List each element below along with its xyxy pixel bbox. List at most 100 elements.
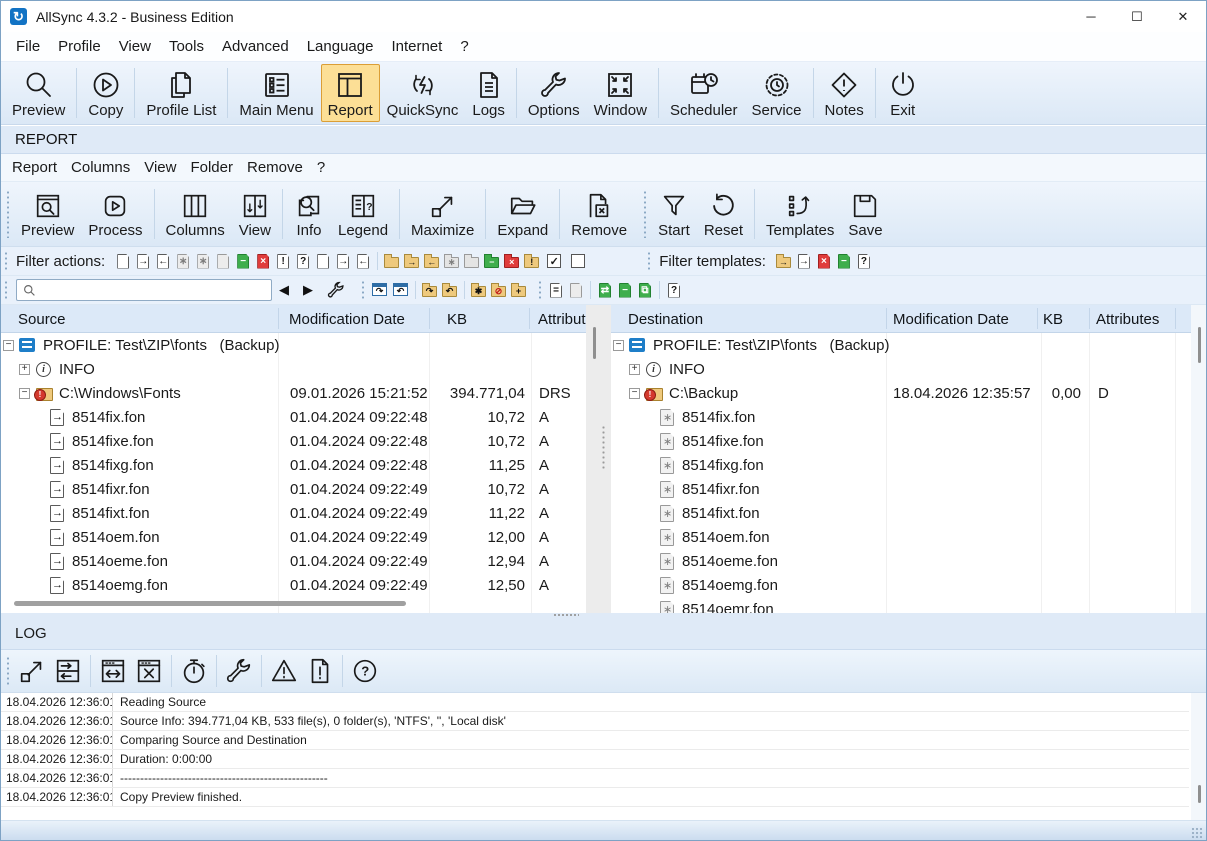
toolbar-preview[interactable]: Preview bbox=[5, 64, 72, 122]
report-toolbar-expand[interactable]: Expand bbox=[490, 185, 555, 243]
column-modification-date[interactable]: Modification Date bbox=[289, 305, 405, 333]
toolbar-grip[interactable] bbox=[5, 656, 10, 686]
toolbar-window[interactable]: Window bbox=[587, 64, 654, 122]
template-help-icon[interactable]: ? bbox=[856, 253, 872, 270]
tree-row[interactable]: 8514oem.fon 01.04.2024 09:22:49 12,00 A bbox=[1, 525, 586, 549]
report-menu-view[interactable]: View bbox=[137, 159, 183, 176]
folder-changed-icon[interactable]: ∗ bbox=[444, 253, 460, 270]
report-toolbar-save[interactable]: Save bbox=[841, 185, 889, 243]
toolbar-profile-list[interactable]: Profile List bbox=[139, 64, 223, 122]
tree-expander[interactable] bbox=[629, 388, 640, 399]
tree-row[interactable]: 8514oeme.fon 01.04.2024 09:22:49 12,94 A bbox=[1, 549, 586, 573]
log-vertical-scrollbar[interactable] bbox=[1191, 693, 1207, 820]
tree-row[interactable]: 8514fixe.fon bbox=[611, 429, 1191, 453]
log-row[interactable]: 18.04.2026 12:36:01 Comparing Source and… bbox=[1, 731, 1189, 750]
destination-vertical-scrollbar[interactable] bbox=[1191, 305, 1207, 613]
green-sync-icon[interactable]: ⇄ bbox=[597, 282, 613, 299]
report-toolbar-preview[interactable]: Preview bbox=[14, 185, 81, 243]
folder-add-icon[interactable]: + bbox=[511, 282, 527, 299]
toolbar-logs[interactable]: Logs bbox=[465, 64, 512, 122]
file-copy-left-icon[interactable]: ← bbox=[155, 253, 171, 270]
source-horizontal-scrollbar[interactable] bbox=[14, 601, 406, 606]
toolbar-grip[interactable] bbox=[642, 190, 647, 238]
column-source[interactable]: Source bbox=[18, 305, 66, 333]
menu-internet[interactable]: Internet bbox=[382, 38, 451, 55]
toolbar-exit[interactable]: Exit bbox=[880, 64, 926, 122]
file-surplus-icon[interactable]: − bbox=[235, 253, 251, 270]
toolbar-grip[interactable] bbox=[3, 251, 8, 271]
menu-language[interactable]: Language bbox=[298, 38, 383, 55]
menu-profile[interactable]: Profile bbox=[49, 38, 110, 55]
doc-copy-icon[interactable] bbox=[568, 282, 584, 299]
next-match-button[interactable]: ▶ bbox=[296, 282, 320, 298]
tree-expander[interactable] bbox=[19, 364, 30, 375]
toolbar-report[interactable]: Report bbox=[321, 64, 380, 122]
folder-new-icon[interactable] bbox=[384, 253, 400, 270]
menu-help[interactable]: ? bbox=[451, 38, 477, 55]
file-changed2-icon[interactable]: ∗ bbox=[195, 253, 211, 270]
tree-row[interactable]: 8514oeme.fon bbox=[611, 549, 1191, 573]
toolbar-grip[interactable] bbox=[537, 280, 542, 300]
log-row[interactable]: 18.04.2026 12:36:01 Duration: 0:00:00 bbox=[1, 750, 1189, 769]
tree-row[interactable]: 8514fix.fon bbox=[611, 405, 1191, 429]
file-delete-icon[interactable]: × bbox=[255, 253, 271, 270]
report-toolbar-info[interactable]: Info bbox=[287, 185, 331, 243]
tree-row[interactable]: 8514oemr.fon bbox=[611, 597, 1191, 613]
report-toolbar-remove[interactable]: Remove bbox=[564, 185, 634, 243]
log-error-file-icon[interactable] bbox=[305, 656, 335, 686]
log-row[interactable]: 18.04.2026 12:36:01 --------------------… bbox=[1, 769, 1189, 788]
column-attributes[interactable]: Attributes bbox=[1096, 305, 1159, 333]
file-changed-icon[interactable]: ∗ bbox=[175, 253, 191, 270]
close-button[interactable]: ✕ bbox=[1160, 1, 1206, 32]
help-icon[interactable]: ? bbox=[666, 282, 682, 299]
tree-row[interactable]: INFO bbox=[1, 357, 586, 381]
toolbar-notes[interactable]: Notes bbox=[818, 64, 871, 122]
file-move-left-icon[interactable]: ← bbox=[355, 253, 371, 270]
report-menu-remove[interactable]: Remove bbox=[240, 159, 310, 176]
search-input[interactable] bbox=[16, 279, 272, 301]
log-stopwatch-icon[interactable] bbox=[179, 656, 209, 686]
tree-row[interactable]: 8514fixg.fon 01.04.2024 09:22:48 11,25 A bbox=[1, 453, 586, 477]
panel-splitter[interactable] bbox=[586, 305, 611, 613]
file-conflict-icon[interactable]: ! bbox=[275, 253, 291, 270]
tree-row[interactable]: 8514oem.fon bbox=[611, 525, 1191, 549]
tree-row[interactable]: 8514fixe.fon 01.04.2024 09:22:48 10,72 A bbox=[1, 429, 586, 453]
folder-surplus-icon[interactable]: − bbox=[484, 253, 500, 270]
tree-expander[interactable] bbox=[613, 340, 624, 351]
tree-row[interactable]: PROFILE: Test\ZIP\fonts (Backup) bbox=[1, 333, 586, 357]
report-toolbar-reset[interactable]: Reset bbox=[697, 185, 750, 243]
resize-grip[interactable] bbox=[1191, 827, 1203, 839]
column-modification-date[interactable]: Modification Date bbox=[893, 305, 1009, 333]
prev-match-button[interactable]: ◀ bbox=[272, 282, 296, 298]
report-menu-report[interactable]: Report bbox=[5, 159, 64, 176]
template-new-icon[interactable]: − bbox=[836, 253, 852, 270]
log-row[interactable]: 18.04.2026 12:36:01 Source Info: 394.771… bbox=[1, 712, 1189, 731]
folder-copy-right-icon[interactable]: → bbox=[404, 253, 420, 270]
log-maximize-icon[interactable] bbox=[17, 656, 47, 686]
window-undo-icon[interactable]: ↷ bbox=[371, 282, 388, 298]
green-minus-icon[interactable]: − bbox=[617, 282, 633, 299]
log-autoscroll-icon[interactable] bbox=[53, 656, 83, 686]
column-attributes[interactable]: Attributes bbox=[538, 305, 586, 333]
toolbar-main-menu[interactable]: Main Menu bbox=[232, 64, 320, 122]
tree-expander[interactable] bbox=[19, 388, 30, 399]
template-delete-icon[interactable]: × bbox=[816, 253, 832, 270]
column-kb[interactable]: KB bbox=[1043, 305, 1063, 333]
column-kb[interactable]: KB bbox=[447, 305, 467, 333]
report-menu-folder[interactable]: Folder bbox=[183, 159, 240, 176]
source-vertical-scrollbar[interactable] bbox=[593, 327, 596, 359]
filter-checkbox-checked[interactable]: ✓ bbox=[547, 254, 561, 268]
tree-row[interactable]: C:\Backup 18.04.2026 12:35:57 0,00 D bbox=[611, 381, 1191, 405]
report-toolbar-legend[interactable]: ? Legend bbox=[331, 185, 395, 243]
tree-row[interactable]: 8514fixt.fon 01.04.2024 09:22:49 11,22 A bbox=[1, 501, 586, 525]
menu-view[interactable]: View bbox=[110, 38, 160, 55]
tree-row[interactable]: INFO bbox=[611, 357, 1191, 381]
tree-row[interactable]: C:\Windows\Fonts 09.01.2026 15:21:52 394… bbox=[1, 381, 586, 405]
folder-auto-icon[interactable]: ✱ bbox=[471, 282, 487, 299]
report-menu-columns[interactable]: Columns bbox=[64, 159, 137, 176]
report-toolbar-templates[interactable]: Templates bbox=[759, 185, 841, 243]
folder-equal-icon[interactable] bbox=[464, 253, 480, 270]
folder-delete-icon[interactable]: × bbox=[504, 253, 520, 270]
toolbar-quicksync[interactable]: QuickSync bbox=[380, 64, 466, 122]
green-copy-icon[interactable]: ⧉ bbox=[637, 282, 653, 299]
